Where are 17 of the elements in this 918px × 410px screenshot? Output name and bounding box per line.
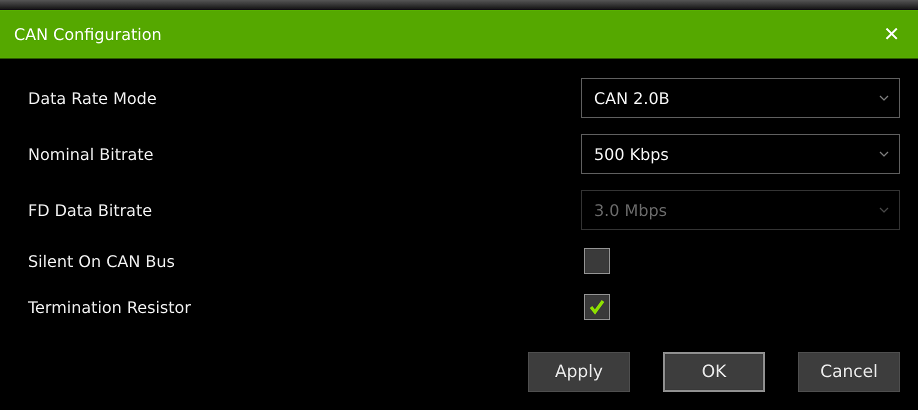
- dialog-button[interactable]: Cancel: [798, 352, 900, 392]
- chevron-down-icon: [879, 207, 889, 213]
- field-label: Silent On CAN Bus: [28, 252, 175, 270]
- window-title: CAN Configuration: [14, 24, 162, 44]
- dropdown[interactable]: CAN 2.0B: [581, 78, 900, 118]
- chevron-down-icon: [879, 95, 889, 101]
- dialog-button[interactable]: Apply: [528, 352, 630, 392]
- dropdown[interactable]: 500 Kbps: [581, 134, 900, 174]
- checkbox[interactable]: [584, 294, 610, 320]
- checkmark-icon: [588, 298, 606, 316]
- field-label: FD Data Bitrate: [28, 200, 152, 220]
- field-label: Data Rate Mode: [28, 88, 157, 108]
- field-label: Nominal Bitrate: [28, 144, 154, 164]
- chevron-down-icon: [879, 151, 889, 157]
- checkbox[interactable]: [584, 248, 610, 274]
- field-label: Termination Resistor: [28, 298, 191, 316]
- dialog-button[interactable]: OK: [663, 352, 765, 392]
